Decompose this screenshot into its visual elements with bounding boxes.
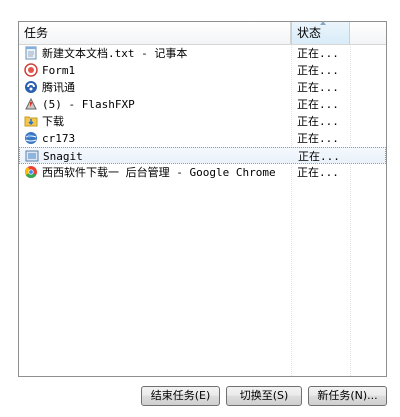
column-header-task[interactable]: 任务 — [19, 22, 291, 44]
task-row[interactable]: cr173 正在... — [19, 130, 386, 147]
task-status: 正在... — [297, 64, 339, 77]
task-status: 正在... — [297, 47, 339, 60]
task-name: 新建文本文档.txt - 记事本 — [42, 47, 188, 60]
task-row[interactable]: 下载 正在... — [19, 113, 386, 130]
end-task-button[interactable]: 结束任务(E) — [141, 386, 220, 406]
task-status: 正在... — [297, 132, 339, 145]
task-name: cr173 — [42, 132, 76, 145]
rtx-icon — [25, 81, 37, 93]
list-header: 任务 状态 — [19, 21, 386, 45]
task-name: 西西软件下载一 后台管理 - Google Chrome — [42, 166, 276, 179]
task-row[interactable]: 新建文本文档.txt - 记事本 正在... — [19, 45, 386, 62]
task-row[interactable]: (5) - FlashFXP 正在... — [19, 96, 386, 113]
task-row[interactable]: 西西软件下载一 后台管理 - Google Chrome 正在... — [19, 164, 386, 181]
task-rows: 新建文本文档.txt - 记事本 正在... Form1 正在... 腾讯通 正… — [19, 45, 386, 181]
folder-icon — [24, 116, 38, 127]
task-name: 下载 — [42, 115, 64, 128]
switch-to-button[interactable]: 切换至(S) — [226, 386, 302, 406]
task-status: 正在... — [297, 98, 339, 111]
task-status: 正在... — [297, 166, 339, 179]
task-row-selected[interactable]: Snagit 正在... — [19, 147, 386, 164]
task-name: 腾讯通 — [42, 81, 75, 94]
flashfxp-icon — [25, 97, 37, 110]
task-row[interactable]: 腾讯通 正在... — [19, 79, 386, 96]
notepad-icon — [25, 46, 37, 60]
snagit-icon — [25, 150, 39, 162]
task-name: Form1 — [42, 64, 76, 77]
task-status: 正在... — [297, 115, 339, 128]
task-list[interactable]: 任务 状态 新建文本文档.txt - 记事本 正在... Form1 正在... — [18, 21, 387, 377]
new-task-button[interactable]: 新任务(N)... — [308, 386, 387, 406]
globe-icon — [25, 132, 37, 144]
task-name: Snagit — [43, 150, 83, 163]
form-app-icon — [24, 63, 38, 77]
column-header-status[interactable]: 状态 — [291, 22, 350, 44]
task-name: (5) - FlashFXP — [42, 98, 135, 111]
task-status: 正在... — [297, 81, 339, 94]
task-status: 正在... — [298, 150, 340, 163]
sort-ascending-icon — [320, 21, 326, 25]
chrome-icon — [25, 166, 37, 179]
task-row[interactable]: Form1 正在... — [19, 62, 386, 79]
